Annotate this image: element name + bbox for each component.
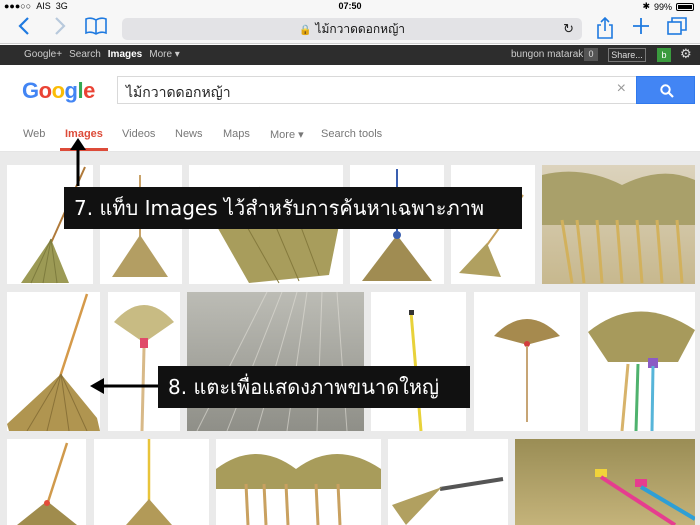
annotation-step-7: 7. แท็บ Images ไว้สำหรับการค้นหาเฉพาะภาพ [64,187,522,229]
annotation-step-8: 8. แตะเพื่อแสดงภาพขนาดใหญ่ [158,366,470,408]
annotation-arrows [70,138,158,394]
screen: ●●●○○ AIS 3G 07:50 ✱ 99% 🔒 ไม้กวาดดอกหญ้า… [0,0,700,525]
